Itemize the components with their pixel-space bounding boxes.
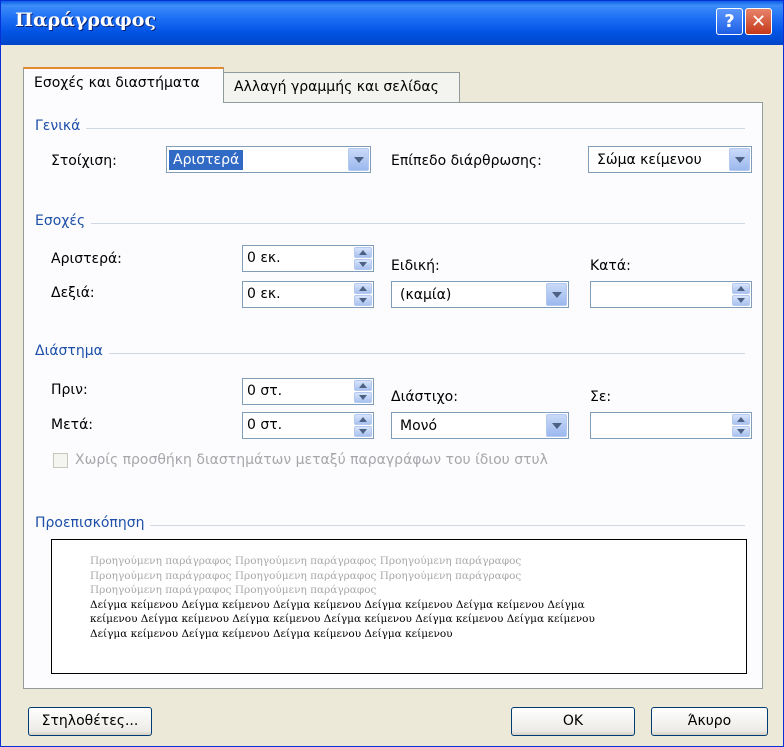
cancel-button[interactable]: Άκυρο — [651, 707, 768, 736]
indent-left-label: Αριστερά: — [51, 251, 122, 267]
chevron-down-icon[interactable] — [729, 148, 750, 171]
paragraph-dialog: Παράγραφος ? ✕ Εσοχές και διαστήματα Αλλ… — [0, 0, 784, 747]
line-spacing-label: Διάστιχο: — [391, 389, 458, 405]
indent-right-spin-buttons[interactable] — [354, 283, 372, 306]
space-after-spinner[interactable]: 0 στ. — [242, 412, 374, 439]
space-after-value: 0 στ. — [247, 417, 283, 433]
line-spacing-select[interactable]: Μονό — [391, 412, 569, 439]
space-after-label: Μετά: — [51, 417, 94, 433]
tab-line-page-breaks[interactable]: Αλλαγή γραμμής και σελίδας — [223, 72, 460, 102]
spin-down-icon[interactable] — [354, 392, 372, 403]
preview-previous-line: Προηγούμενη παράγραφος Προηγούμενη παράγ… — [90, 555, 522, 567]
alignment-value: Αριστερά — [169, 150, 244, 170]
indent-by-spin-buttons[interactable] — [732, 283, 750, 306]
chevron-down-icon[interactable] — [348, 148, 369, 171]
spin-down-icon[interactable] — [354, 426, 372, 437]
spin-up-icon[interactable] — [354, 380, 372, 391]
ok-button[interactable]: OK — [511, 707, 635, 736]
space-before-spinner[interactable]: 0 στ. — [242, 378, 374, 405]
preview-sample-line: κείμενου Δείγμα κείμενου Δείγμα κείμενου… — [90, 613, 595, 625]
spacing-at-label: Σε: — [590, 389, 612, 405]
tab-indents-spacing[interactable]: Εσοχές και διαστήματα — [23, 67, 224, 103]
alignment-label: Στοίχιση: — [51, 153, 117, 169]
space-after-spin-buttons[interactable] — [354, 414, 372, 437]
spin-up-icon[interactable] — [354, 283, 372, 294]
indent-left-spin-buttons[interactable] — [354, 247, 372, 270]
no-space-same-style-label: Χωρίς προσθήκη διαστημάτων μεταξύ παραγρ… — [75, 452, 548, 468]
spin-down-icon[interactable] — [354, 295, 372, 306]
spin-up-icon[interactable] — [732, 414, 750, 425]
special-indent-value: (καμία) — [400, 287, 452, 303]
indentation-divider — [41, 223, 745, 224]
title-bar[interactable]: Παράγραφος ? ✕ — [1, 1, 783, 45]
spacing-at-spinner[interactable] — [590, 412, 752, 439]
alignment-select[interactable]: Αριστερά — [166, 146, 371, 173]
indent-by-label: Κατά: — [590, 258, 631, 274]
spacing-divider — [41, 353, 745, 354]
indent-by-spinner[interactable] — [590, 281, 752, 308]
spin-up-icon[interactable] — [354, 414, 372, 425]
special-indent-select[interactable]: (καμία) — [391, 281, 569, 308]
spin-up-icon[interactable] — [732, 283, 750, 294]
indent-right-label: Δεξιά: — [51, 285, 95, 301]
preview-previous-line: Προηγούμενη παράγραφος Προηγούμενη παράγ… — [90, 584, 377, 596]
no-space-same-style-checkbox[interactable] — [53, 453, 68, 468]
dialog-title: Παράγραφος — [15, 9, 157, 31]
spin-up-icon[interactable] — [354, 247, 372, 258]
general-divider — [41, 128, 745, 129]
indent-right-spinner[interactable]: 0 εκ. — [242, 281, 374, 308]
spin-down-icon[interactable] — [732, 295, 750, 306]
help-button[interactable]: ? — [716, 8, 743, 35]
spin-down-icon[interactable] — [354, 259, 372, 270]
indent-left-value: 0 εκ. — [247, 250, 281, 266]
indent-right-value: 0 εκ. — [247, 286, 281, 302]
preview-group-title: Προεπισκόπηση — [35, 515, 151, 531]
preview-box: Προηγούμενη παράγραφος Προηγούμενη παράγ… — [51, 539, 747, 674]
chevron-down-icon[interactable] — [546, 283, 567, 306]
chevron-down-icon[interactable] — [546, 414, 567, 437]
tabs-button[interactable]: Στηλοθέτες... — [28, 707, 152, 736]
spin-down-icon[interactable] — [732, 426, 750, 437]
outline-level-select[interactable]: Σώμα κείμενου — [588, 146, 752, 173]
preview-previous-line: Προηγούμενη παράγραφος Προηγούμενη παράγ… — [90, 569, 522, 582]
outline-level-value: Σώμα κείμενου — [597, 152, 702, 168]
space-before-value: 0 στ. — [247, 383, 283, 399]
preview-sample-line: Δείγμα κείμενου Δείγμα κείμενου Δείγμα κ… — [90, 598, 585, 611]
general-group-title: Γενικά — [35, 118, 87, 134]
indentation-group-title: Εσοχές — [35, 213, 92, 229]
space-before-label: Πριν: — [51, 382, 88, 398]
outline-level-label: Επίπεδο διάρθρωσης: — [391, 153, 542, 169]
special-indent-label: Ειδική: — [391, 258, 440, 274]
spacing-at-spin-buttons[interactable] — [732, 414, 750, 437]
preview-sample-line: Δείγμα κείμενου Δείγμα κείμενου Δείγμα κ… — [90, 627, 453, 640]
line-spacing-value: Μονό — [400, 418, 438, 434]
space-before-spin-buttons[interactable] — [354, 380, 372, 403]
indent-left-spinner[interactable]: 0 εκ. — [242, 245, 374, 272]
spacing-group-title: Διάστημα — [35, 343, 109, 359]
close-button[interactable]: ✕ — [745, 8, 772, 35]
